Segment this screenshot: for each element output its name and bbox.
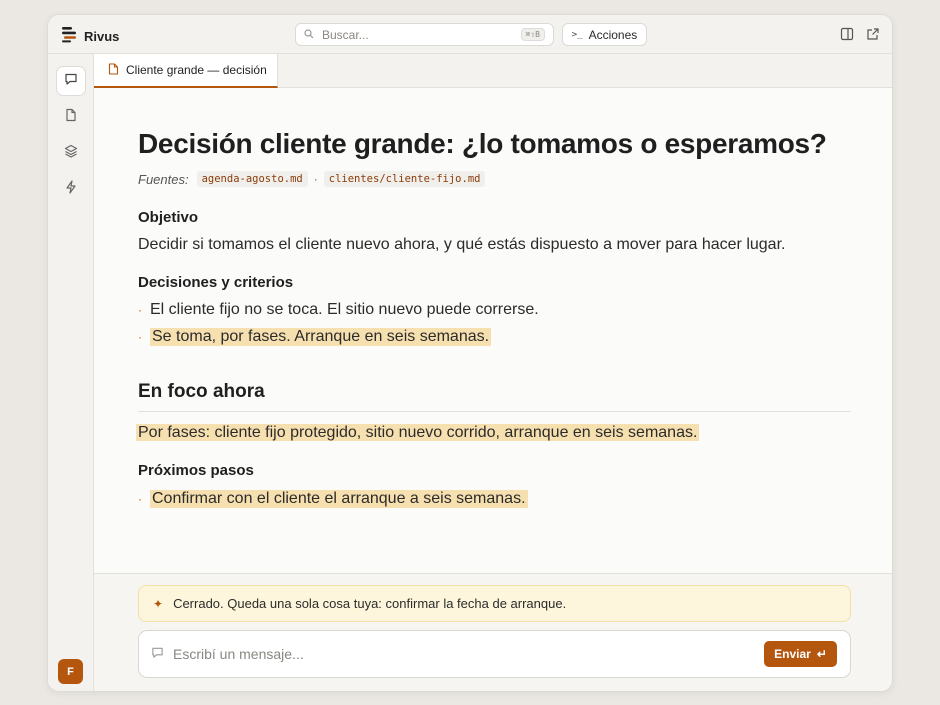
external-link-icon[interactable] bbox=[866, 27, 880, 41]
title-bar: Rivus Buscar... ⌘⇧B >_ Acciones bbox=[48, 15, 892, 54]
tab-cliente-grande[interactable]: Cliente grande — decisión bbox=[94, 54, 278, 88]
sidebar-item-automations[interactable] bbox=[56, 174, 86, 204]
tab-bar: Cliente grande — decisión bbox=[94, 54, 892, 88]
layers-icon bbox=[64, 144, 78, 163]
app-name: Rivus bbox=[84, 29, 120, 44]
chat-panel: ✦ Cerrado. Queda una sola cosa tuya: con… bbox=[94, 574, 892, 691]
message-input[interactable]: Escribí un mensaje... Enviar ↵ bbox=[138, 630, 851, 678]
next-steps-heading: Próximos pasos bbox=[138, 462, 254, 479]
next-step-text-highlighted: Confirmar con el cliente el arranque a s… bbox=[150, 490, 528, 508]
page-title: Decisión cliente grande: ¿lo tomamos o e… bbox=[138, 128, 827, 159]
list-item: · Se toma, por fases. Arranque en seis s… bbox=[138, 328, 492, 346]
send-button[interactable]: Enviar ↵ bbox=[764, 641, 837, 667]
document-icon bbox=[64, 108, 78, 127]
split-view-icon[interactable] bbox=[840, 27, 854, 41]
objective-heading: Objetivo bbox=[138, 209, 199, 226]
sources-label: Fuentes: bbox=[138, 171, 189, 187]
message-placeholder: Escribí un mensaje... bbox=[173, 646, 304, 662]
section-divider bbox=[138, 411, 851, 412]
search-shortcut: ⌘⇧B bbox=[520, 28, 545, 41]
sparkle-icon: ✦ bbox=[153, 596, 164, 611]
search-input[interactable]: Buscar... ⌘⇧B bbox=[295, 23, 554, 46]
list-item: · Confirmar con el cliente el arranque a… bbox=[138, 490, 528, 508]
sidebar-item-documents[interactable] bbox=[56, 102, 86, 132]
avatar[interactable]: F bbox=[58, 659, 83, 684]
actions-button[interactable]: >_ Acciones bbox=[562, 23, 647, 46]
decision-text-highlighted: Se toma, por fases. Arranque en seis sem… bbox=[150, 328, 492, 346]
search-placeholder: Buscar... bbox=[322, 27, 369, 42]
sidebar: F bbox=[48, 54, 94, 691]
terminal-icon: >_ bbox=[571, 29, 583, 40]
send-label: Enviar bbox=[774, 647, 811, 661]
objective-text: Decidir si tomamos el cliente nuevo ahor… bbox=[138, 236, 786, 253]
decisions-heading: Decisiones y criterios bbox=[138, 274, 294, 291]
tab-label: Cliente grande — decisión bbox=[126, 63, 267, 77]
focus-text-highlighted: Por fases: cliente fijo protegido, sitio… bbox=[136, 424, 700, 441]
chat-icon bbox=[151, 646, 164, 662]
sidebar-item-chat[interactable] bbox=[56, 66, 86, 96]
source-link[interactable]: agenda-agosto.md bbox=[196, 171, 308, 187]
list-item: · El cliente fijo no se toca. El sitio n… bbox=[138, 301, 539, 319]
sources-line: Fuentes: agenda-agosto.md · clientes/cli… bbox=[138, 171, 486, 187]
notice-text: Cerrado. Queda una sola cosa tuya: confi… bbox=[173, 596, 567, 611]
bullet-icon: · bbox=[138, 492, 142, 506]
bolt-icon bbox=[64, 179, 78, 199]
chat-icon bbox=[64, 72, 78, 91]
bullet-icon: · bbox=[138, 330, 142, 344]
focus-heading: En foco ahora bbox=[138, 381, 265, 402]
brand: Rivus bbox=[60, 25, 119, 48]
app-window: Rivus Buscar... ⌘⇧B >_ Acciones F Client… bbox=[47, 14, 893, 692]
decision-text: El cliente fijo no se toca. El sitio nue… bbox=[150, 301, 539, 318]
document-icon bbox=[108, 62, 119, 78]
search-icon bbox=[304, 28, 314, 42]
sources-separator: · bbox=[313, 172, 318, 186]
enter-icon: ↵ bbox=[816, 647, 827, 661]
bullet-icon: · bbox=[138, 303, 142, 317]
rivus-logo-icon bbox=[60, 25, 78, 48]
status-notice: ✦ Cerrado. Queda una sola cosa tuya: con… bbox=[138, 585, 851, 622]
focus-text: Por fases: cliente fijo protegido, sitio… bbox=[136, 424, 700, 442]
source-link[interactable]: clientes/cliente-fijo.md bbox=[323, 171, 486, 187]
sidebar-item-layers[interactable] bbox=[56, 138, 86, 168]
actions-label: Acciones bbox=[588, 27, 638, 42]
